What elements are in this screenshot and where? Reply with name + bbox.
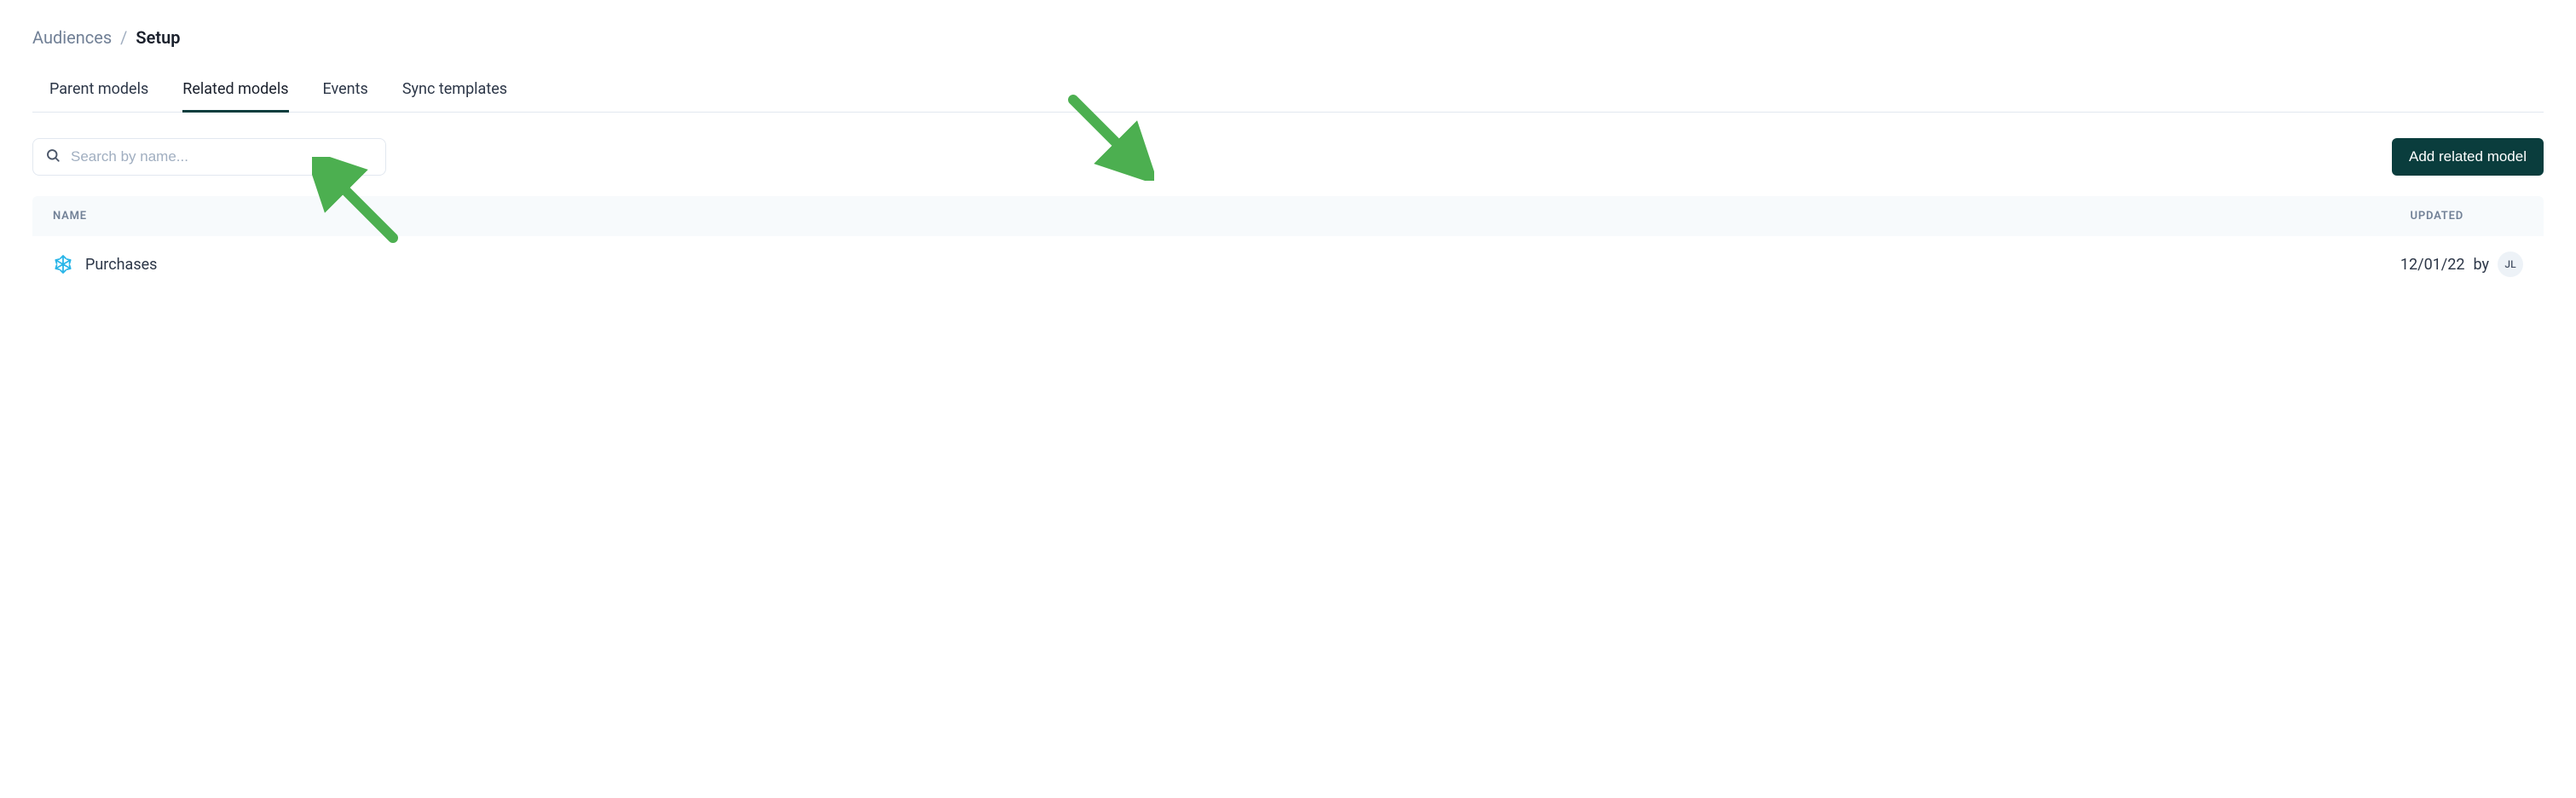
- snowflake-icon: [53, 254, 73, 275]
- column-header-updated: UPDATED: [2411, 210, 2524, 223]
- search-icon: [45, 147, 61, 166]
- table-header: NAME UPDATED: [32, 196, 2544, 236]
- toolbar: Add related model: [32, 138, 2544, 176]
- row-name-text: Purchases: [85, 256, 157, 274]
- row-name-cell: Purchases: [53, 254, 157, 275]
- tabs-nav: Parent models Related models Events Sync…: [32, 72, 2544, 113]
- breadcrumb-current: Setup: [136, 27, 180, 48]
- row-updated-by-word: by: [2473, 256, 2489, 274]
- tab-events[interactable]: Events: [323, 72, 368, 113]
- breadcrumb: Audiences / Setup: [32, 27, 2544, 48]
- breadcrumb-separator: /: [120, 27, 127, 48]
- search-field-wrap[interactable]: [32, 138, 386, 176]
- row-updated-cell: 12/01/22 by JL: [2400, 252, 2523, 277]
- avatar: JL: [2498, 252, 2523, 277]
- tab-related-models[interactable]: Related models: [182, 72, 288, 113]
- column-header-name: NAME: [53, 210, 87, 223]
- models-table: NAME UPDATED Purchases 12/01/22 by JL: [32, 196, 2544, 292]
- table-row[interactable]: Purchases 12/01/22 by JL: [32, 236, 2544, 292]
- tab-sync-templates[interactable]: Sync templates: [402, 72, 507, 113]
- row-updated-date: 12/01/22: [2400, 256, 2465, 274]
- add-related-model-button[interactable]: Add related model: [2392, 138, 2544, 176]
- breadcrumb-parent-link[interactable]: Audiences: [32, 27, 112, 48]
- search-input[interactable]: [71, 148, 373, 165]
- tab-parent-models[interactable]: Parent models: [49, 72, 148, 113]
